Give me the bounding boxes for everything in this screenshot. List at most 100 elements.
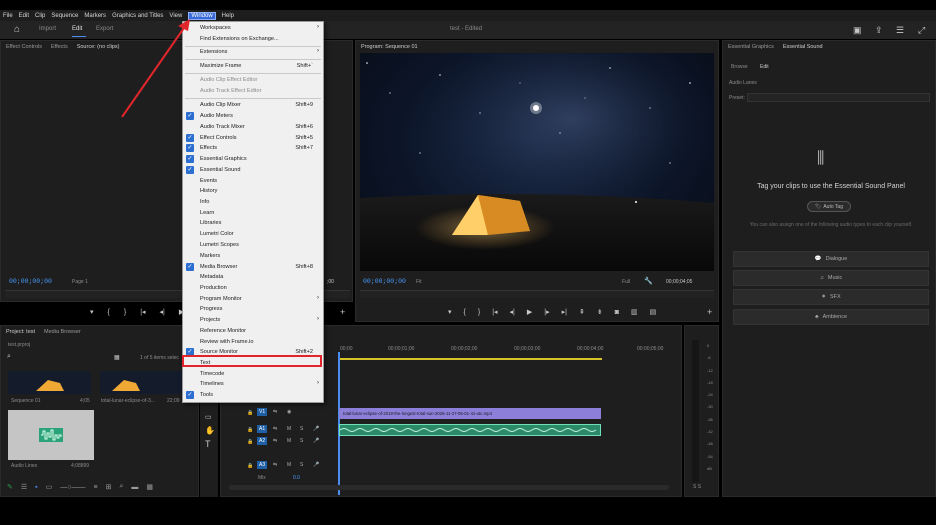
play-icon[interactable]: ▶	[527, 308, 532, 318]
program-video-frame[interactable]	[360, 53, 714, 271]
mic-icon[interactable]: 🎤	[313, 426, 319, 432]
menu-item-effects[interactable]: ✓ Effects Shift+7	[183, 143, 323, 154]
rectangle-tool-icon[interactable]: ▭	[205, 413, 212, 423]
work-area-bar[interactable]	[338, 358, 602, 360]
menu-item-find-extensions[interactable]: Find Extensions on Exchange...	[183, 34, 323, 45]
list-view-icon[interactable]: ☰	[21, 483, 27, 491]
menu-item-essential-sound[interactable]: ✓ Essential Sound	[183, 165, 323, 176]
menu-item-lumetri-scopes[interactable]: Lumetri Scopes	[183, 240, 323, 251]
timeline-zoom-scrollbar[interactable]	[229, 485, 669, 490]
menu-item-audio-meters[interactable]: ✓ Audio Meters	[183, 111, 323, 122]
eye-icon[interactable]: ◉	[287, 409, 291, 415]
zoom-slider-icon[interactable]: —○——	[60, 484, 85, 491]
fullscreen-icon[interactable]: ⤢	[918, 25, 925, 35]
pencil-icon[interactable]: ✎	[7, 483, 13, 491]
menu-item-lumetri-color[interactable]: Lumetri Color	[183, 229, 323, 240]
program-ruler[interactable]	[360, 290, 714, 298]
settings-icon[interactable]: ▤	[650, 308, 657, 318]
clip-thumb[interactable]	[100, 371, 183, 394]
menu-item-markers[interactable]: Markers	[183, 251, 323, 262]
menu-window[interactable]: Window	[188, 11, 216, 20]
sync-icon[interactable]: ⇆	[273, 438, 277, 444]
program-timecode[interactable]: 00;00;00;00	[363, 278, 406, 285]
source-timecode[interactable]: 00;00;00;00	[9, 278, 52, 285]
new-item-icon[interactable]: ▦	[146, 483, 153, 491]
sync-icon[interactable]: ⇆	[273, 426, 277, 432]
tab-media-browser[interactable]: Media Browser	[44, 329, 81, 335]
menu-item-metadata[interactable]: Metadata	[183, 272, 323, 283]
menu-item-audio-track-mixer[interactable]: Audio Track Mixer Shift+6	[183, 122, 323, 133]
track-a2-label[interactable]: A2	[257, 437, 268, 445]
tab-export[interactable]: Export	[96, 26, 113, 32]
go-to-in-icon[interactable]: |◂	[140, 308, 145, 318]
sync-icon[interactable]: ⇆	[273, 409, 277, 415]
menu-item-workspaces[interactable]: Workspaces ›	[183, 23, 323, 34]
music-button[interactable]: ♫ Music	[733, 270, 929, 286]
video-clip[interactable]: total-lunar-eclipse-of-2018-the-longest-…	[339, 408, 601, 419]
menu-sequence[interactable]: Sequence	[51, 13, 78, 19]
tab-edit[interactable]: Edit	[72, 26, 82, 32]
tab-import[interactable]: Import	[39, 26, 56, 32]
menu-item-libraries[interactable]: Libraries	[183, 218, 323, 229]
solo-icon[interactable]: S	[300, 438, 303, 444]
go-to-in-icon[interactable]: |◂	[492, 308, 497, 318]
workspace-icon[interactable]: ▣	[853, 25, 862, 35]
mic-icon[interactable]: 🎤	[313, 462, 319, 468]
icon-view-icon[interactable]: ▪	[35, 484, 37, 491]
go-to-out-icon[interactable]: ▸|	[562, 308, 567, 318]
new-bin-footer-icon[interactable]: ▬	[131, 484, 138, 491]
sync-icon[interactable]: ⇆	[273, 462, 277, 468]
lock-icon[interactable]: 🔒	[247, 463, 253, 469]
find-icon[interactable]: ⌕	[119, 483, 123, 491]
mark-out-icon[interactable]: }	[478, 308, 480, 318]
extract-icon[interactable]: ⇟	[597, 308, 603, 318]
menu-view[interactable]: View	[169, 13, 182, 19]
camera-icon[interactable]: ◙	[615, 308, 619, 318]
preset-dropdown[interactable]	[747, 93, 930, 102]
menu-item-progress[interactable]: Progress	[183, 304, 323, 315]
mute-icon[interactable]: M	[287, 462, 291, 468]
freeform-view-icon[interactable]: ▭	[46, 483, 53, 491]
new-bin-icon[interactable]: ▦	[114, 353, 120, 363]
add-button-icon[interactable]: +	[707, 307, 712, 317]
tab-edit-sound[interactable]: Edit	[760, 64, 769, 70]
add-marker-icon[interactable]: ▾	[448, 308, 452, 318]
sort-icon[interactable]: ≡	[94, 484, 98, 491]
mark-out-icon[interactable]: }	[124, 308, 126, 318]
track-a3-label[interactable]: A3	[257, 461, 268, 469]
menu-item-audio-clip-mixer[interactable]: Audio Clip Mixer Shift+9	[183, 100, 323, 111]
mute-icon[interactable]: M	[287, 438, 291, 444]
wrench-icon[interactable]: 🔧	[644, 277, 653, 287]
menu-item-maximize-frame[interactable]: Maximize Frame Shift+`	[183, 61, 323, 72]
mark-in-icon[interactable]: {	[464, 308, 466, 318]
auto-tag-button[interactable]: 🏷 Auto Tag	[807, 201, 851, 212]
menu-file[interactable]: File	[3, 13, 13, 19]
menu-item-projects[interactable]: Projects ›	[183, 315, 323, 326]
solo-icon[interactable]: S	[300, 462, 303, 468]
tab-essential-sound[interactable]: Essential Sound	[783, 44, 823, 50]
lock-icon[interactable]: 🔒	[247, 410, 253, 416]
menu-item-extensions[interactable]: Extensions ›	[183, 47, 323, 58]
track-a1-label[interactable]: A1	[257, 425, 268, 433]
menu-item-production[interactable]: Production	[183, 283, 323, 294]
solo-icon[interactable]: S	[300, 426, 303, 432]
track-v1-label[interactable]: V1	[257, 408, 268, 416]
home-icon[interactable]: ⌂	[14, 25, 20, 35]
mix-value[interactable]: 0.0	[293, 475, 300, 481]
tab-browse[interactable]: Browse	[731, 64, 748, 70]
ambience-button[interactable]: ♣ Ambience	[733, 309, 929, 325]
step-back-icon[interactable]: ◂|	[510, 308, 515, 318]
menu-markers[interactable]: Markers	[84, 13, 106, 19]
menu-edit[interactable]: Edit	[19, 13, 29, 19]
source-page-select[interactable]: Page 1	[72, 279, 88, 285]
menu-item-essential-graphics[interactable]: ✓ Essential Graphics	[183, 154, 323, 165]
tab-source[interactable]: Source: (no clips)	[77, 44, 120, 50]
menu-item-info[interactable]: Info	[183, 197, 323, 208]
mic-icon[interactable]: 🎤	[313, 438, 319, 444]
step-back-icon[interactable]: ◂|	[160, 308, 165, 318]
menu-graphics-and-titles[interactable]: Graphics and Titles	[112, 13, 163, 19]
dialogue-button[interactable]: 💬 Dialogue	[733, 251, 929, 267]
compare-icon[interactable]: ▥	[631, 308, 638, 318]
lift-icon[interactable]: ⇞	[579, 308, 585, 318]
hand-tool-icon[interactable]: ✋	[205, 426, 215, 436]
